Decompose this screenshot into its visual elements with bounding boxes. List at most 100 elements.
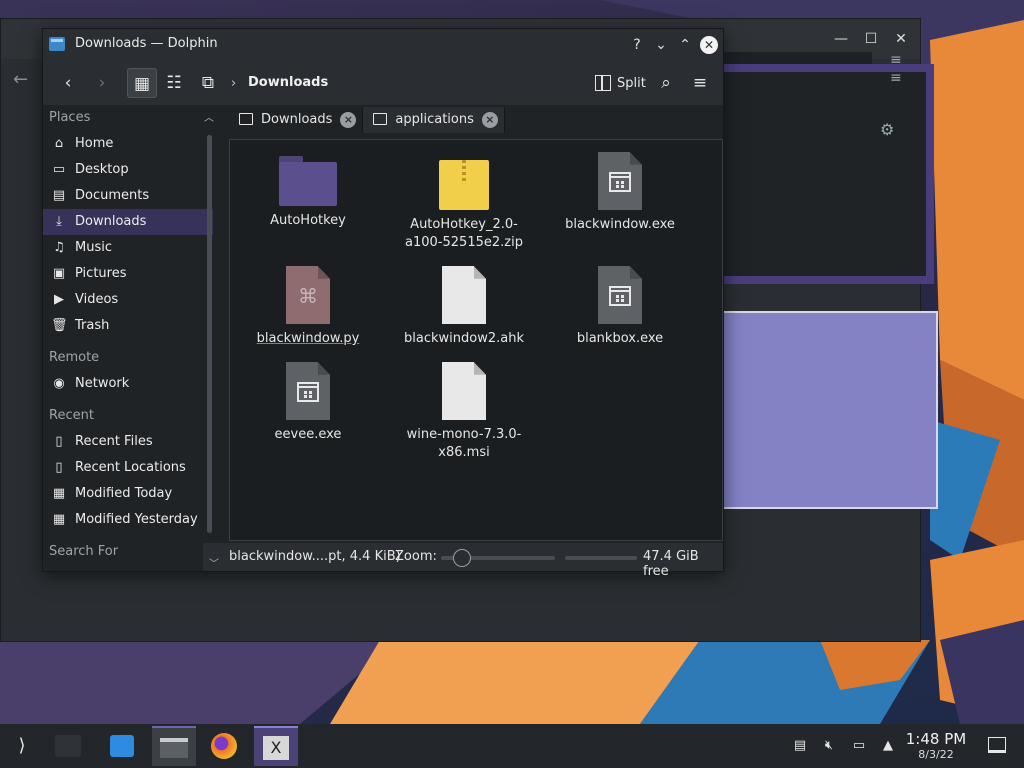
python-file-icon: ⌘ <box>286 266 330 324</box>
background-close-button[interactable]: ✕ <box>891 29 911 49</box>
document-icon <box>442 362 486 420</box>
sidebar-item-videos[interactable]: ▶ Videos <box>43 287 213 313</box>
clipboard-icon[interactable]: ▤ <box>791 738 809 754</box>
taskbar: ⟩ X ▤ 🔇︎ ▭ ▲ 1:48 PM 8/3/22 <box>0 724 1024 768</box>
file-item-autohotkey-zip[interactable]: AutoHotkey_2.0- a100-52515e2.zip <box>394 160 534 252</box>
icons-view-button[interactable]: ▦ <box>127 68 157 98</box>
sidebar-item-network[interactable]: ◉ Network <box>43 371 213 397</box>
x-window-task-button[interactable]: X <box>254 726 298 766</box>
breadcrumb[interactable]: Downloads <box>248 75 328 90</box>
split-button[interactable]: Split <box>589 69 652 97</box>
window-titlebar[interactable]: Downloads — Dolphin ? ⌄ ⌃ ✕ <box>43 29 723 61</box>
file-name: blankbox.exe <box>576 331 664 346</box>
calendar-icon: ▦ <box>52 486 66 501</box>
tab-close-icon[interactable]: × <box>481 112 498 128</box>
firefox-task-button[interactable] <box>204 726 244 766</box>
file-name: AutoHotkey <box>270 213 346 228</box>
sidebar-item-music[interactable]: ♫ Music <box>43 235 213 261</box>
hamburger-menu-icon[interactable]: ≡ <box>890 70 902 86</box>
sidebar-item-trash[interactable]: 🗑︎ Trash <box>43 313 213 339</box>
maximize-button[interactable]: ⌃ <box>675 35 695 55</box>
folder-tab-icon <box>239 113 253 125</box>
sidebar-item-recent-locations[interactable]: ▯ Recent Locations <box>43 455 213 481</box>
sidebar-item-label: Modified Today <box>75 486 173 501</box>
trash-icon: 🗑︎ <box>51 318 68 333</box>
folder-tab-icon <box>373 113 388 125</box>
help-button[interactable]: ? <box>627 35 647 55</box>
application-launcher-icon: ⟩ <box>18 735 26 756</box>
volume-muted-icon[interactable]: 🔇︎ <box>820 738 838 754</box>
places-panel: Places ⌂ Home ▭ Desktop ▤ Documents ⤓ Downloads ♫… <box>43 105 213 571</box>
sidebar-item-documents[interactable]: ▤ Documents <box>43 183 213 209</box>
sidebar-item-downloads[interactable]: ⤓ Downloads <box>43 209 213 235</box>
compact-view-button[interactable]: ☷ <box>159 68 189 98</box>
clock-time: 1:48 PM <box>905 730 967 748</box>
back-arrow-icon[interactable]: ← <box>13 69 28 90</box>
sidebar-item-desktop[interactable]: ▭ Desktop <box>43 157 213 183</box>
file-view[interactable]: AutoHotkey AutoHotkey_2.0- a100-52515e2.z… <box>229 139 723 541</box>
tab-close-icon[interactable]: × <box>340 112 357 128</box>
background-minimize-button[interactable]: — <box>831 29 851 49</box>
sidebar-item-modified-today[interactable]: ▦ Modified Today <box>43 481 213 507</box>
documents-icon: ▤ <box>52 188 66 203</box>
sidebar-section-heading: Remote <box>49 350 100 365</box>
free-space-label: 47.4 GiB free <box>643 549 699 579</box>
application-launcher-button[interactable]: ⟩ <box>2 726 42 766</box>
menu-button[interactable]: ≡ <box>685 68 715 98</box>
sidebar-item-recent-files[interactable]: ▯ Recent Files <box>43 429 213 455</box>
minimize-button[interactable]: ⌄ <box>651 35 671 55</box>
executable-icon <box>598 266 642 324</box>
back-button[interactable]: ‹ <box>53 68 83 98</box>
breadcrumb-chevron-icon: › <box>231 76 237 91</box>
zoom-label: Zoom: <box>395 549 437 564</box>
dolphin-task-button[interactable] <box>152 726 196 766</box>
tab-applications[interactable]: applications × <box>363 107 505 133</box>
places-scrollbar[interactable]: ︿ <box>203 105 215 571</box>
sidebar-item-label: Pictures <box>75 266 127 281</box>
sidebar-item-modified-yesterday[interactable]: ▦ Modified Yesterday <box>43 507 213 533</box>
file-item-blackwindow-exe[interactable]: blackwindow.exe <box>550 152 690 234</box>
file-item-wine-mono-msi[interactable]: wine-mono-7.3.0- x86.msi <box>394 362 534 462</box>
scroll-up-arrow-icon[interactable]: ︿ <box>203 109 215 124</box>
document-icon <box>442 266 486 324</box>
close-button[interactable]: ✕ <box>700 36 718 54</box>
gear-icon[interactable]: ⚙ <box>880 120 894 139</box>
scrollbar-thumb[interactable] <box>207 135 212 533</box>
sidebar-item-label: Trash <box>75 318 110 333</box>
clock-date: 8/3/22 <box>918 748 954 761</box>
sidebar-item-home[interactable]: ⌂ Home <box>43 131 213 157</box>
executable-icon <box>598 152 642 210</box>
file-item-autohotkey-folder[interactable]: AutoHotkey <box>238 156 378 230</box>
home-icon: ⌂ <box>54 136 64 151</box>
file-item-blackwindow-py[interactable]: ⌘ blackwindow.py <box>238 266 378 348</box>
sidebar-item-label: Downloads <box>75 214 147 229</box>
forward-button[interactable]: › <box>87 68 117 98</box>
show-desktop-icon[interactable] <box>988 737 1006 753</box>
system-tray-expand-icon[interactable]: ▲ <box>879 738 897 754</box>
sidebar-item-label: Modified Yesterday <box>75 512 198 527</box>
zoom-slider-handle[interactable] <box>452 549 471 567</box>
scroll-down-arrow-icon[interactable]: ﹀ <box>209 555 219 570</box>
overlay-filled-box <box>719 311 938 509</box>
sidebar-item-label: Network <box>75 376 130 391</box>
videos-icon: ▶ <box>54 292 64 307</box>
search-button[interactable]: ⌕ <box>651 68 681 98</box>
window-title: Downloads — Dolphin <box>75 36 218 51</box>
background-maximize-button[interactable]: ☐ <box>861 29 881 49</box>
free-space-bar <box>565 556 637 560</box>
system-settings-button[interactable] <box>48 726 88 766</box>
network-wired-icon[interactable]: ▭ <box>850 738 868 754</box>
discover-store-button[interactable] <box>102 726 142 766</box>
details-view-button[interactable]: ⧉ <box>193 68 223 98</box>
file-name: AutoHotkey_2.0- a100-52515e2.zip <box>405 217 523 250</box>
digital-clock[interactable]: 1:48 PM 8/3/22 <box>900 730 972 762</box>
file-name: blackwindow.exe <box>565 217 675 232</box>
file-item-blackwindow2-ahk[interactable]: blackwindow2.ahk <box>394 266 534 348</box>
sidebar-item-pictures[interactable]: ▣ Pictures <box>43 261 213 287</box>
file-item-eevee-exe[interactable]: eevee.exe <box>238 362 378 444</box>
dolphin-window[interactable]: Downloads — Dolphin ? ⌄ ⌃ ✕ ‹ › ▦ ☷ ⧉ › … <box>42 28 724 579</box>
tab-downloads[interactable]: Downloads × <box>229 107 364 133</box>
zip-archive-icon <box>439 160 489 210</box>
file-item-blankbox-exe[interactable]: blankbox.exe <box>550 266 690 348</box>
executable-icon <box>286 362 330 420</box>
